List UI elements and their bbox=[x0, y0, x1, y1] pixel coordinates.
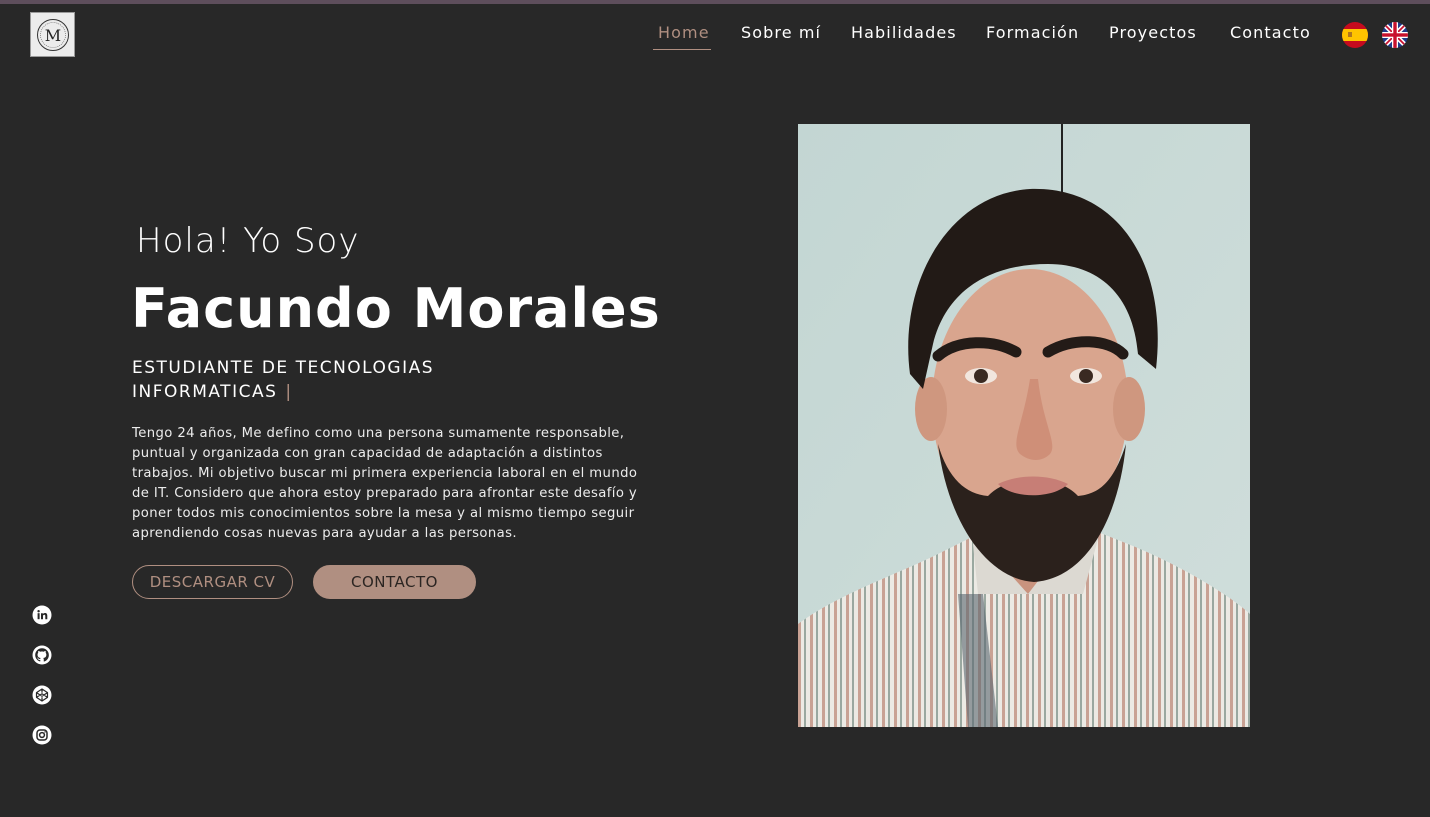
github-icon[interactable] bbox=[32, 645, 52, 665]
codepen-icon[interactable] bbox=[32, 685, 52, 705]
nav-proyectos[interactable]: Proyectos bbox=[1109, 22, 1197, 44]
nav-sobre-mi[interactable]: Sobre mí bbox=[741, 22, 821, 44]
hero-bio: Tengo 24 años, Me defino como una person… bbox=[132, 426, 638, 541]
nav-contacto[interactable]: Contacto bbox=[1230, 22, 1311, 44]
nav-formacion[interactable]: Formación bbox=[986, 22, 1079, 44]
linkedin-icon[interactable] bbox=[32, 605, 52, 625]
nav-home[interactable]: Home bbox=[658, 22, 710, 44]
uk-flag-icon[interactable] bbox=[1382, 22, 1408, 48]
main-nav: Home Sobre mí Habilidades Formación Proy… bbox=[0, 22, 1430, 54]
hero-greeting: Hola! Yo Soy bbox=[136, 221, 360, 261]
contact-button[interactable]: CONTACTO bbox=[313, 565, 476, 599]
nav-active-underline bbox=[653, 49, 711, 50]
typing-cursor: | bbox=[285, 382, 293, 402]
top-accent-line bbox=[0, 0, 1430, 4]
spain-flag-icon[interactable] bbox=[1342, 22, 1368, 48]
nav-habilidades[interactable]: Habilidades bbox=[851, 22, 957, 44]
hero-name: Facundo Morales bbox=[131, 277, 661, 340]
profile-photo bbox=[798, 124, 1250, 727]
hero-role: ESTUDIANTE DE TECNOLOGIAS INFORMATICAS | bbox=[132, 356, 462, 404]
instagram-icon[interactable] bbox=[32, 725, 52, 745]
hero-role-text: ESTUDIANTE DE TECNOLOGIAS INFORMATICAS bbox=[132, 358, 435, 402]
download-cv-button[interactable]: DESCARGAR CV bbox=[132, 565, 293, 599]
